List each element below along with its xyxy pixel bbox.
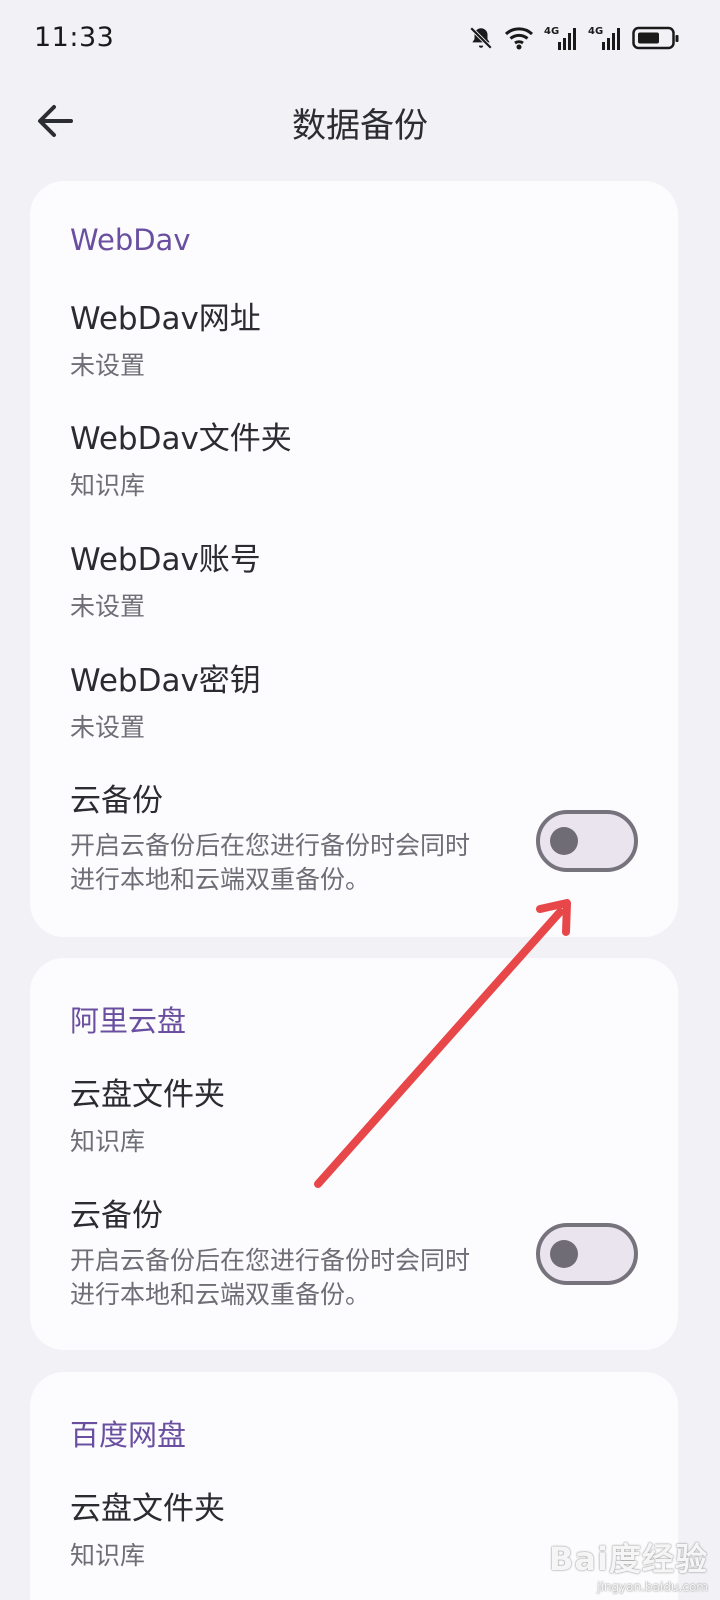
item-value: 知识库 (70, 471, 146, 500)
webdav-cloud-backup-switch[interactable] (536, 810, 638, 872)
webdav-folder-item[interactable]: WebDav文件夹 知识库 (70, 419, 638, 503)
status-bar: 11:33 4G 4G (0, 0, 720, 78)
item-description: 开启云备份后在您进行备份时会同时进行本地和云端双重备份。 (70, 1246, 471, 1309)
status-time: 11:33 (34, 22, 115, 53)
webdav-card: WebDav WebDav网址 未设置 WebDav文件夹 知识库 WebDav… (30, 181, 678, 937)
webdav-section-title: WebDav (70, 223, 191, 257)
network-type-label-2: 4G (588, 26, 603, 37)
item-title: WebDav文件夹 (70, 421, 292, 457)
network-type-label: 4G (544, 26, 559, 37)
item-value: 未设置 (70, 592, 146, 621)
item-value: 未设置 (70, 351, 146, 380)
webdav-key-item[interactable]: WebDav密钥 未设置 (70, 661, 638, 745)
bell-off-icon (468, 25, 494, 51)
baidu-jingyan-watermark: Bai度经验 jingyan.baidu.com (549, 1534, 708, 1594)
item-value: 知识库 (70, 1127, 146, 1156)
watermark-brand: Bai度经验 (549, 1540, 708, 1578)
item-title: 云盘文件夹 (70, 1077, 225, 1113)
watermark-url: jingyan.baidu.com (597, 1580, 708, 1594)
page-title: 数据备份 (292, 106, 428, 146)
webdav-url-item[interactable]: WebDav网址 未设置 (70, 299, 638, 383)
battery-icon (632, 25, 680, 51)
aliyun-section-title: 阿里云盘 (70, 1004, 187, 1038)
status-icons: 4G 4G (468, 22, 680, 54)
item-title: 云盘文件夹 (70, 1491, 225, 1527)
webdav-account-item[interactable]: WebDav账号 未设置 (70, 540, 638, 624)
signal-4g-icon-2: 4G (588, 24, 622, 52)
item-value: 未设置 (70, 713, 146, 742)
wifi-icon (504, 25, 534, 51)
aliyun-folder-item[interactable]: 云盘文件夹 知识库 (70, 1075, 638, 1159)
switch-knob (550, 1240, 578, 1268)
webdav-cloud-backup-row[interactable]: 云备份 开启云备份后在您进行备份时会同时进行本地和云端双重备份。 (70, 781, 638, 894)
item-title: WebDav网址 (70, 301, 261, 337)
app-bar: 数据备份 (0, 78, 720, 162)
signal-4g-icon: 4G (544, 24, 578, 52)
item-description: 开启云备份后在您进行备份时会同时进行本地和云端双重备份。 (70, 831, 471, 894)
aliyun-cloud-backup-switch[interactable] (536, 1223, 638, 1285)
item-title: WebDav密钥 (70, 663, 261, 699)
aliyun-card: 阿里云盘 云盘文件夹 知识库 云备份 开启云备份后在您进行备份时会同时进行本地和… (30, 958, 678, 1350)
aliyun-cloud-backup-row[interactable]: 云备份 开启云备份后在您进行备份时会同时进行本地和云端双重备份。 (70, 1196, 638, 1309)
switch-knob (550, 827, 578, 855)
baidu-section-title: 百度网盘 (70, 1418, 187, 1452)
item-title: WebDav账号 (70, 542, 261, 578)
